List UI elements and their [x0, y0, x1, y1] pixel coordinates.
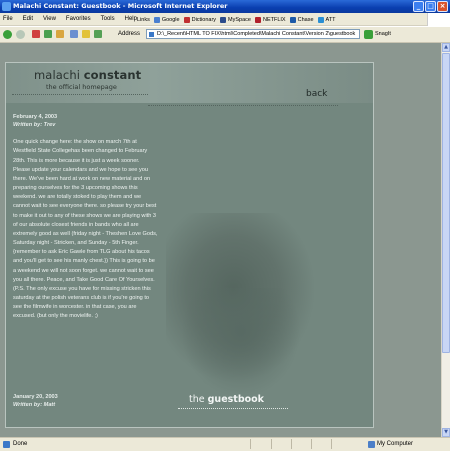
post-body: One quick change here: the show on march…	[13, 139, 158, 320]
scroll-up-arrow-icon[interactable]: ▲	[442, 43, 450, 52]
back-link[interactable]: back	[306, 89, 327, 99]
status-text: Done	[13, 441, 28, 447]
netflix-icon	[254, 16, 261, 23]
menu-file[interactable]: File	[3, 16, 13, 22]
menu-help[interactable]: Help	[125, 16, 137, 22]
windows-logo	[427, 13, 450, 26]
window-controls: _ □ ×	[413, 1, 448, 12]
internet-explorer-icon	[2, 2, 11, 11]
link-dictionary[interactable]: Dictionary	[183, 16, 216, 23]
site-title: malachi constant	[34, 68, 142, 82]
link-chase[interactable]: Chase	[289, 16, 314, 23]
site-tagline: the official homepage	[46, 83, 117, 91]
maximize-button[interactable]: □	[425, 1, 436, 12]
search-icon[interactable]	[70, 30, 78, 38]
go-button[interactable]	[364, 30, 373, 39]
back-divider	[148, 105, 338, 106]
menu-tools[interactable]: Tools	[101, 16, 115, 22]
scrollbar-thumb[interactable]	[442, 53, 450, 353]
link-myspace[interactable]: MySpace	[220, 16, 251, 23]
post-author: Written by: Matt	[13, 402, 56, 409]
links-bar: Links Google Dictionary MySpace NETFLIX …	[137, 13, 336, 26]
minimize-button[interactable]: _	[413, 1, 424, 12]
close-button[interactable]: ×	[437, 1, 448, 12]
security-zone: My Computer	[368, 438, 413, 450]
address-label: Address	[118, 31, 141, 37]
att-icon	[317, 16, 324, 23]
page-viewport: malachi constant the official homepage b…	[0, 43, 441, 437]
window-title: Malachi Constant: Guestbook - Microsoft …	[13, 2, 228, 10]
status-bar: Done My Computer	[0, 437, 450, 451]
link-google[interactable]: Google	[153, 16, 180, 23]
link-netflix[interactable]: NETFLIX	[254, 16, 286, 23]
refresh-icon[interactable]	[44, 30, 52, 38]
menu-favorites[interactable]: Favorites	[66, 16, 91, 22]
my-computer-icon	[368, 440, 375, 448]
back-arrow-icon[interactable]	[3, 30, 12, 39]
link-att[interactable]: ATT	[317, 16, 336, 23]
favorites-star-icon[interactable]	[82, 30, 90, 38]
dictionary-icon	[183, 16, 190, 23]
menu-view[interactable]: View	[43, 16, 56, 22]
myspace-icon	[220, 16, 227, 23]
site-container: malachi constant the official homepage b…	[5, 62, 374, 428]
stop-icon[interactable]	[32, 30, 40, 38]
guestbook-heading: the guestbook	[189, 394, 264, 405]
page-status-icon	[3, 441, 10, 448]
menu-edit[interactable]: Edit	[23, 16, 33, 22]
links-label: Links	[137, 16, 150, 23]
header-divider	[12, 94, 148, 95]
snagit-button[interactable]: SnagIt	[375, 31, 391, 37]
vertical-scrollbar[interactable]: ▲ ▼	[441, 43, 450, 437]
guestbook-divider	[178, 408, 288, 409]
window-titlebar: Malachi Constant: Guestbook - Microsoft …	[0, 0, 450, 13]
history-icon[interactable]	[94, 30, 102, 38]
news-post: February 4, 2003 Written by: Trev One qu…	[13, 113, 158, 321]
status-panels	[250, 439, 361, 449]
address-bar[interactable]: D:\_Recent\HTML TO FIX\html\Completed\Ma…	[146, 29, 360, 39]
page-icon	[149, 32, 154, 37]
chase-icon	[289, 16, 296, 23]
forward-arrow-icon[interactable]	[16, 30, 25, 39]
home-icon[interactable]	[56, 30, 64, 38]
news-post: January 20, 2003 Written by: Matt	[13, 393, 158, 410]
scroll-down-arrow-icon[interactable]: ▼	[442, 428, 450, 437]
background-photo-shadow	[181, 288, 301, 398]
address-text: D:\_Recent\HTML TO FIX\html\Completed\Ma…	[157, 31, 356, 37]
google-icon	[153, 16, 160, 23]
navigation-toolbar: Address D:\_Recent\HTML TO FIX\html\Comp…	[0, 27, 450, 43]
post-author: Written by: Trev	[13, 122, 56, 129]
